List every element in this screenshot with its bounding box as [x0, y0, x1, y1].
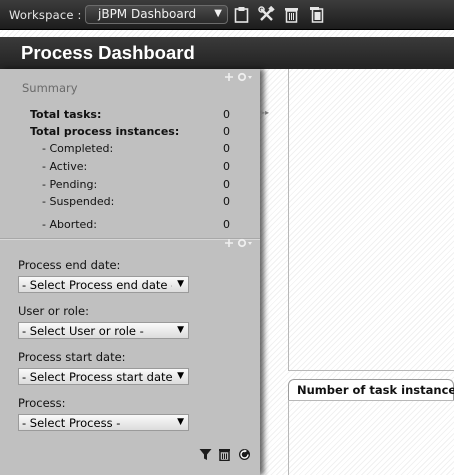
summary-value-aborted: 0 [223, 218, 230, 231]
panel-collapse-icon[interactable]: ▸▸ [261, 108, 269, 117]
workspace-label: Workspace : [9, 8, 82, 22]
chevron-down-icon: ▼ [177, 279, 184, 289]
user-role-select[interactable]: - Select User or role - ▼ [18, 322, 189, 339]
start-date-select[interactable]: - Select Process start date - ▼ [18, 368, 189, 385]
chevron-down-icon: ▼ [177, 325, 184, 335]
copy-icon[interactable] [308, 6, 325, 23]
user-role-select-value: - Select User or role - [22, 324, 144, 338]
workspace-toolbar: Workspace : jBPM Dashboard ▼ [0, 0, 454, 30]
chevron-down-icon: ▼ [177, 417, 184, 427]
tools-icon[interactable] [258, 6, 275, 23]
refresh-icon[interactable] [238, 448, 251, 461]
clipboard-icon[interactable] [233, 6, 250, 23]
filter-icon[interactable] [199, 448, 212, 461]
panel-move-icon[interactable] [224, 238, 254, 248]
filter-label-start-date: Process start date: [18, 350, 126, 364]
chart-panel-lower [288, 400, 454, 475]
summary-label-suspended: - Suspended: [42, 195, 115, 208]
chevron-down-icon: ▼ [177, 371, 184, 381]
page-title: Process Dashboard [21, 42, 195, 63]
workspace-select[interactable]: jBPM Dashboard ▼ [85, 5, 228, 24]
workspace-select-value: jBPM Dashboard [98, 7, 197, 21]
summary-value-active: 0 [223, 160, 230, 173]
trash-icon[interactable] [283, 6, 300, 23]
trash-icon[interactable] [218, 448, 231, 461]
summary-label-total-instances: Total process instances: [30, 125, 180, 138]
panel-move-icon[interactable] [224, 72, 254, 82]
summary-label-total-tasks: Total tasks: [30, 108, 102, 121]
summary-label-pending: - Pending: [42, 178, 98, 191]
summary-label-aborted: - Aborted: [42, 218, 97, 231]
summary-value-pending: 0 [223, 178, 230, 191]
summary-label-completed: - Completed: [42, 142, 114, 155]
left-panel: Summary Total tasks: 0 Total process ins… [0, 69, 260, 475]
panel-tab-task-instances[interactable]: Number of task instances [288, 379, 454, 401]
process-select-value: - Select Process - [22, 416, 121, 430]
end-date-select[interactable]: - Select Process end date - ▼ [18, 276, 189, 293]
summary-value-completed: 0 [223, 142, 230, 155]
summary-value-total-instances: 0 [223, 125, 230, 138]
panel-tab-label: Number of task instances [297, 383, 454, 397]
summary-value-total-tasks: 0 [223, 108, 230, 121]
page-header: Process Dashboard [0, 37, 454, 69]
summary-label-active: - Active: [42, 160, 88, 173]
summary-title: Summary [22, 81, 78, 95]
summary-value-suspended: 0 [223, 195, 230, 208]
start-date-select-value: - Select Process start date - [22, 370, 172, 384]
process-select[interactable]: - Select Process - ▼ [18, 414, 189, 431]
end-date-select-value: - Select Process end date - [22, 278, 172, 292]
filter-label-end-date: Process end date: [18, 258, 121, 272]
chevron-down-icon: ▼ [214, 8, 222, 19]
filter-label-user-role: User or role: [18, 304, 89, 318]
panel-divider [0, 238, 260, 240]
chart-panel-upper [288, 69, 454, 371]
filter-label-process: Process: [18, 396, 66, 410]
